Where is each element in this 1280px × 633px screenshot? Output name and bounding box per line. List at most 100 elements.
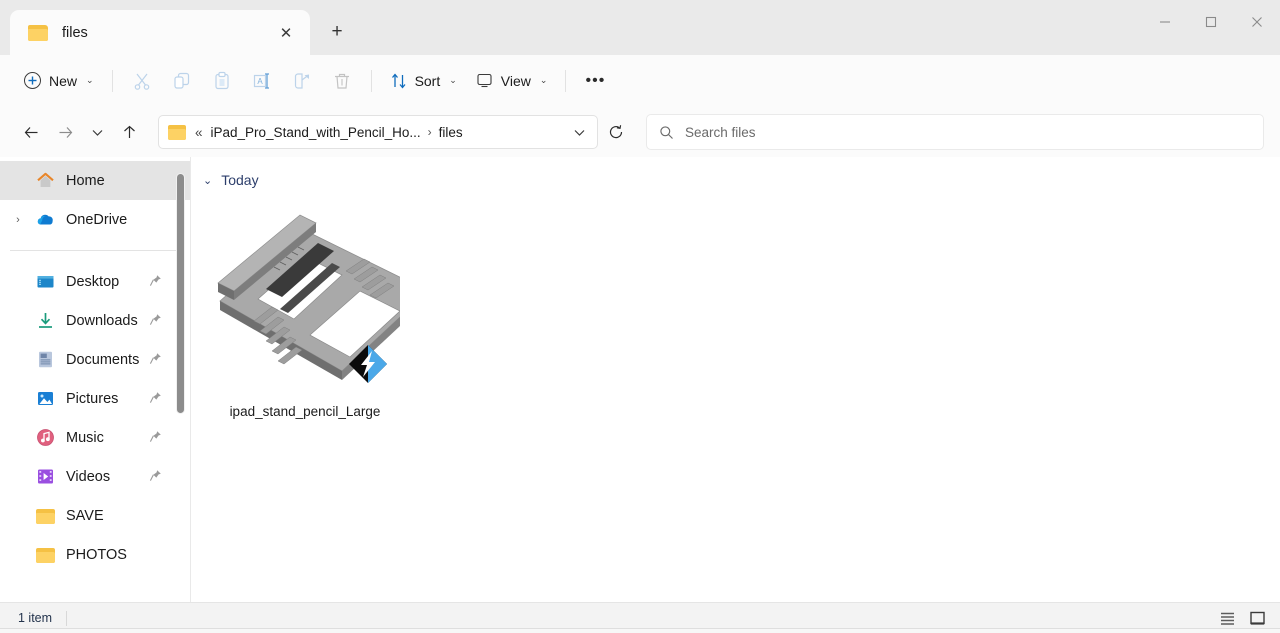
sort-button-label: Sort	[414, 72, 441, 89]
sidebar-item-label: Documents	[66, 351, 140, 368]
rename-icon: A	[253, 72, 269, 89]
view-button[interactable]: View ⌄	[466, 64, 557, 98]
breadcrumb-parent[interactable]: iPad_Pro_Stand_with_Pencil_Ho...	[211, 125, 421, 140]
file-item[interactable]: ipad_stand_pencil_Large	[205, 199, 429, 427]
tab-files[interactable]: files ✕	[10, 10, 310, 55]
sidebar-item-label: Videos	[66, 468, 111, 485]
videos-icon	[36, 467, 55, 486]
details-view-button[interactable]	[1214, 606, 1240, 630]
ellipsis-icon: •••	[585, 71, 606, 89]
pin-icon[interactable]	[149, 469, 162, 485]
new-button[interactable]: New ⌄	[14, 64, 103, 98]
sidebar-item-label: Desktop	[66, 273, 120, 290]
sidebar-item-photos[interactable]: PHOTOS	[0, 535, 190, 574]
sidebar-scrollbar-thumb[interactable]	[177, 174, 184, 413]
command-bar: New ⌄ A Sort ⌄ View ⌄ •••	[0, 55, 1280, 107]
file-explorer-window: files ✕ + New ⌄ A Sort ⌄ View ⌄ ••• « iP…	[0, 0, 1280, 633]
file-name-label: ipad_stand_pencil_Large	[229, 404, 381, 419]
delete-button[interactable]	[322, 64, 362, 98]
tab-title: files	[62, 24, 88, 41]
monitor-icon	[477, 73, 492, 88]
close-window-icon[interactable]	[1234, 0, 1280, 44]
refresh-button[interactable]	[600, 115, 632, 149]
copy-icon	[173, 72, 189, 89]
explorer-body: Home › OneDrive Desktop Downloads Docume…	[0, 157, 1280, 602]
window-controls	[1142, 0, 1280, 44]
share-button[interactable]	[282, 64, 322, 98]
paste-button[interactable]	[202, 64, 242, 98]
group-header-today[interactable]: ⌄ Today	[191, 157, 1280, 191]
sidebar-item-desktop[interactable]: Desktop	[0, 262, 190, 301]
new-tab-button[interactable]: +	[318, 13, 356, 51]
pin-icon[interactable]	[149, 313, 162, 329]
flashprint-icon	[348, 344, 388, 384]
pin-icon[interactable]	[149, 274, 162, 290]
toolbar-divider-2	[370, 69, 372, 92]
group-label: Today	[221, 172, 259, 188]
pin-icon[interactable]	[149, 352, 162, 368]
back-button[interactable]	[14, 115, 48, 149]
sidebar-item-home[interactable]: Home	[0, 161, 190, 200]
downloads-icon	[36, 311, 55, 330]
address-dropdown-button[interactable]	[565, 118, 593, 146]
pin-icon[interactable]	[149, 391, 162, 407]
share-icon	[294, 72, 309, 89]
large-icons-view-button[interactable]	[1244, 606, 1270, 630]
folder-icon	[168, 124, 186, 140]
sidebar-item-label: OneDrive	[66, 211, 128, 228]
onedrive-icon	[36, 210, 55, 229]
close-icon[interactable]: ✕	[272, 19, 300, 47]
chevron-down-icon: ⌄	[449, 75, 457, 85]
up-button[interactable]	[112, 115, 146, 149]
file-grid: ipad_stand_pencil_Large	[191, 191, 1280, 427]
chevron-down-icon: ⌄	[86, 75, 94, 85]
sidebar-item-downloads[interactable]: Downloads	[0, 301, 190, 340]
arrow-up-icon	[123, 125, 135, 138]
arrow-left-icon	[24, 126, 37, 138]
search-input[interactable]: Search files	[646, 114, 1264, 150]
sidebar-item-documents[interactable]: Documents	[0, 340, 190, 379]
sidebar-item-save[interactable]: SAVE	[0, 496, 190, 535]
documents-icon	[36, 350, 55, 369]
cut-button[interactable]	[122, 64, 162, 98]
breadcrumb-separator: ›	[427, 125, 432, 139]
maximize-icon[interactable]	[1188, 0, 1234, 44]
sidebar-item-videos[interactable]: Videos	[0, 457, 190, 496]
file-list-pane[interactable]: ⌄ Today ipad_stand_pencil_Large	[191, 157, 1280, 602]
recent-locations-button[interactable]	[82, 115, 112, 149]
more-options-button[interactable]: •••	[575, 64, 615, 98]
view-toggle-group	[1214, 606, 1270, 630]
sidebar-item-label: Pictures	[66, 390, 119, 407]
music-icon	[36, 428, 55, 447]
chevron-right-icon[interactable]: ›	[10, 214, 26, 226]
toolbar-divider	[111, 69, 113, 92]
paste-icon	[214, 71, 229, 89]
address-bar[interactable]: « iPad_Pro_Stand_with_Pencil_Ho... › fil…	[158, 115, 598, 149]
minimize-icon[interactable]	[1142, 0, 1188, 44]
rename-button[interactable]: A	[242, 64, 282, 98]
tab-strip: files ✕ +	[0, 0, 356, 55]
plus-circle-icon	[24, 72, 41, 89]
sort-button[interactable]: Sort ⌄	[381, 64, 466, 98]
icons-view-icon	[1249, 611, 1265, 625]
breadcrumb-overflow[interactable]: «	[195, 125, 203, 140]
details-view-icon	[1220, 612, 1234, 625]
search-icon	[660, 125, 673, 139]
breadcrumb-current[interactable]: files	[439, 125, 463, 140]
chevron-down-icon	[92, 129, 102, 136]
view-button-label: View	[500, 72, 531, 89]
forward-button[interactable]	[48, 115, 82, 149]
status-divider	[66, 610, 68, 626]
navigation-pane: Home › OneDrive Desktop Downloads Docume…	[0, 157, 190, 602]
sidebar-item-pictures[interactable]: Pictures	[0, 379, 190, 418]
title-bar: files ✕ +	[0, 0, 1280, 55]
background-window-sliver	[0, 628, 1280, 633]
copy-button[interactable]	[162, 64, 202, 98]
chevron-down-icon: ⌄	[539, 75, 548, 85]
pin-icon[interactable]	[149, 430, 162, 446]
chevron-down-icon[interactable]: ⌄	[203, 174, 212, 187]
sidebar-item-label: PHOTOS	[66, 546, 127, 563]
sidebar-item-onedrive[interactable]: › OneDrive	[0, 200, 190, 239]
sidebar-scrollbar[interactable]	[176, 173, 185, 414]
sidebar-item-music[interactable]: Music	[0, 418, 190, 457]
